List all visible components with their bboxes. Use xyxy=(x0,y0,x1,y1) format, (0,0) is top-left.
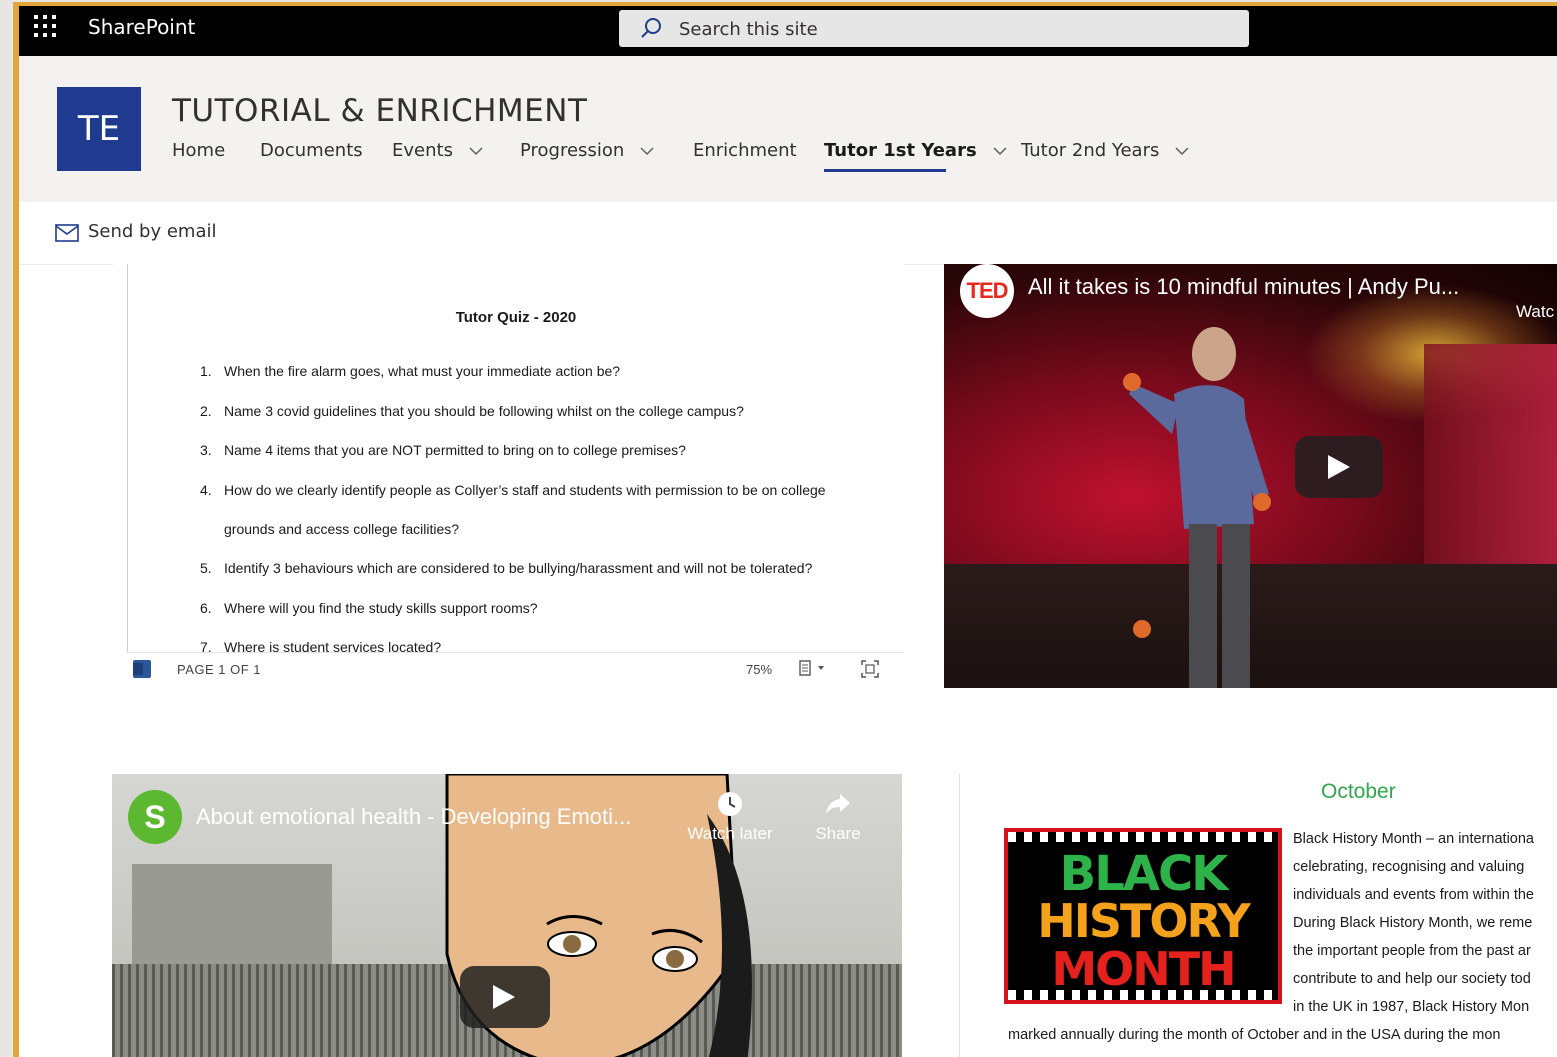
fullscreen-icon[interactable] xyxy=(861,660,879,678)
image-word: MONTH xyxy=(1051,942,1236,996)
emotional-health-video-player[interactable]: S About emotional health - Developing Em… xyxy=(112,774,902,1057)
share-button[interactable]: Share xyxy=(802,790,874,844)
document-status-bar: PAGE 1 OF 1 75% xyxy=(113,654,903,684)
quiz-question: 3. Name 4 items that you are NOT permitte… xyxy=(200,442,686,458)
image-word: HISTORY xyxy=(1037,894,1250,948)
zoom-level[interactable]: 75% xyxy=(746,662,772,677)
nav-events[interactable]: Events xyxy=(392,140,483,172)
quiz-question: 6. Where will you find the study skills s… xyxy=(200,600,538,616)
suite-bar: SharePoint Search this site xyxy=(19,6,1557,56)
active-tab-indicator xyxy=(824,169,946,172)
nav-enrichment-label: Enrichment xyxy=(693,140,797,161)
document-page[interactable]: Tutor Quiz - 2020 1. When the fire alarm … xyxy=(127,264,904,653)
chevron-down-icon xyxy=(469,147,483,156)
quiz-question: 7. Where is student services located? xyxy=(200,639,442,653)
search-icon xyxy=(641,18,661,38)
body-text-line: celebrating, recognising and valuing xyxy=(1293,859,1525,875)
play-icon xyxy=(1328,455,1350,479)
play-icon xyxy=(493,985,515,1009)
emotional-video-title[interactable]: About emotional health - Developing Emot… xyxy=(196,804,631,830)
nav-progression[interactable]: Progression xyxy=(520,140,654,172)
chevron-down-icon xyxy=(993,147,1007,156)
search-input[interactable]: Search this site xyxy=(679,19,818,40)
app-name[interactable]: SharePoint xyxy=(88,15,195,39)
ted-channel-logo[interactable]: TED xyxy=(960,264,1014,318)
nav-enrichment[interactable]: Enrichment xyxy=(693,140,797,172)
body-text-line: During Black History Month, we reme xyxy=(1293,915,1533,931)
nav-progression-label: Progression xyxy=(520,140,625,161)
nav-documents-label: Documents xyxy=(260,140,363,161)
ted-video-player[interactable]: TED All it takes is 10 mindful minutes |… xyxy=(944,264,1557,688)
browser-frame: SharePoint Search this site TE TUTORIAL … xyxy=(13,2,1557,1057)
page-count: PAGE 1 OF 1 xyxy=(177,662,262,677)
quiz-question: grounds and access college facilities? xyxy=(224,521,460,537)
body-text-line: marked annually during the month of Octo… xyxy=(1008,1027,1501,1043)
ted-video-title[interactable]: All it takes is 10 mindful minutes | And… xyxy=(1028,274,1459,300)
section-heading: October xyxy=(1321,780,1396,803)
share-icon xyxy=(826,794,850,814)
app-launcher-icon[interactable] xyxy=(33,14,59,40)
chevron-down-icon xyxy=(640,147,654,156)
site-logo[interactable]: TE xyxy=(57,87,141,171)
site-title[interactable]: TUTORIAL & ENRICHMENT xyxy=(172,93,587,129)
play-button[interactable] xyxy=(460,966,550,1028)
chevron-down-icon xyxy=(1175,147,1189,156)
play-button[interactable] xyxy=(1295,436,1383,498)
watch-later-button[interactable]: Watc xyxy=(1516,302,1554,322)
command-bar: Send by email xyxy=(19,202,1557,265)
black-history-month-image[interactable]: BLACK HISTORY MONTH xyxy=(1004,828,1282,1004)
nav-documents[interactable]: Documents xyxy=(260,140,363,172)
nav-tutor-1st-years[interactable]: Tutor 1st Years xyxy=(824,140,1007,172)
document-title: Tutor Quiz - 2020 xyxy=(455,309,577,326)
nav-tutor-1st-years-label: Tutor 1st Years xyxy=(824,140,977,161)
black-history-month-section: October BLACK HISTORY MONTH Black Histor… xyxy=(959,774,1557,1057)
body-text-line: the important people from the past ar xyxy=(1293,943,1531,959)
site-header: TE TUTORIAL & ENRICHMENT Home Documents … xyxy=(19,56,1557,202)
send-by-email-button[interactable]: Send by email xyxy=(88,221,217,242)
nav-events-label: Events xyxy=(392,140,453,161)
watch-later-button[interactable]: Watch later xyxy=(682,790,778,844)
view-mode-icon[interactable] xyxy=(798,660,826,676)
search-box[interactable]: Search this site xyxy=(619,10,1249,47)
quiz-question: 1. When the fire alarm goes, what must yo… xyxy=(200,363,621,379)
body-text-line: in the UK in 1987, Black History Mon xyxy=(1293,999,1530,1015)
quiz-question: 4. How do we clearly identify people as C… xyxy=(200,482,826,498)
watch-later-label: Watch later xyxy=(687,824,773,843)
body-text-line: individuals and events from within the xyxy=(1293,887,1534,903)
mail-icon[interactable] xyxy=(55,224,79,242)
word-icon xyxy=(133,660,151,678)
nav-tutor-2nd-years-label: Tutor 2nd Years xyxy=(1021,140,1160,161)
speaker-figure xyxy=(1123,327,1271,688)
quiz-question: 2. Name 3 covid guidelines that you shoul… xyxy=(200,403,744,419)
body-text-line: contribute to and help our society tod xyxy=(1293,971,1531,987)
quiz-question: 5. Identify 3 behaviours which are consid… xyxy=(200,560,813,576)
clock-icon xyxy=(718,792,742,816)
nav-tutor-2nd-years[interactable]: Tutor 2nd Years xyxy=(1021,140,1189,172)
share-label: Share xyxy=(815,824,861,843)
word-document-viewer[interactable]: Tutor Quiz - 2020 1. When the fire alarm … xyxy=(113,264,904,694)
nav-home-label: Home xyxy=(172,140,226,161)
nav-home[interactable]: Home xyxy=(172,140,225,172)
channel-logo[interactable]: S xyxy=(128,790,182,844)
body-text-line: Black History Month – an internationa xyxy=(1293,831,1534,847)
